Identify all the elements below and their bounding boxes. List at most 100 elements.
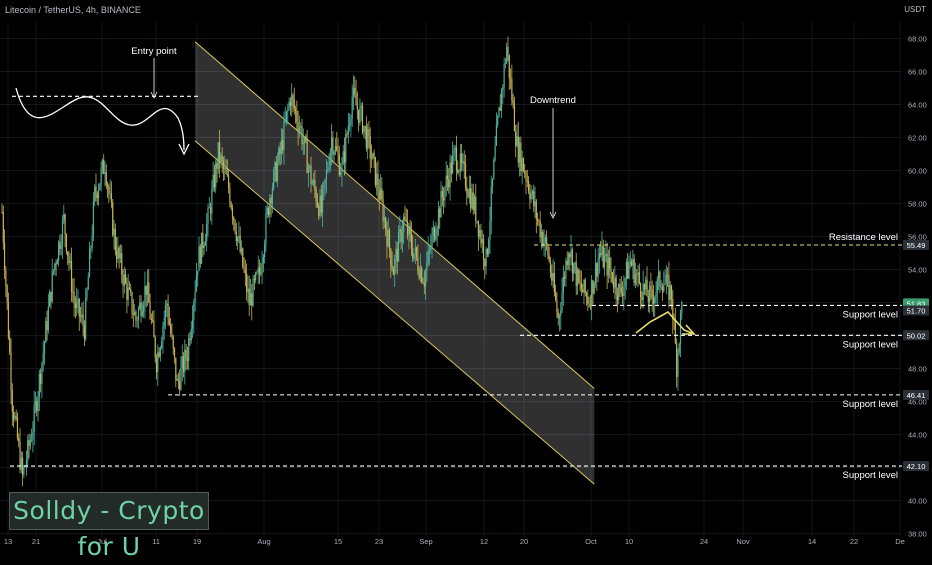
- candle-body: [529, 191, 531, 200]
- candle-body: [222, 161, 225, 169]
- candle-body: [37, 396, 39, 412]
- candle-body: [162, 326, 164, 342]
- candle-body: [303, 136, 306, 143]
- x-tick-label: 21: [32, 537, 40, 546]
- x-tick-label: Oct: [585, 537, 598, 546]
- price-chart[interactable]: Resistance level Support level Support lev…: [0, 0, 932, 550]
- candle-body: [203, 245, 205, 248]
- candle-body: [168, 319, 170, 325]
- candle-body: [365, 126, 367, 149]
- candle-body: [361, 105, 364, 133]
- candle-body: [493, 160, 495, 179]
- price-tag-label: 55.49: [907, 241, 926, 250]
- candle-body: [468, 188, 470, 198]
- candle-body: [677, 352, 679, 377]
- candle-body: [51, 271, 53, 302]
- candle-body: [455, 147, 458, 170]
- candle-body: [449, 162, 451, 188]
- y-tick-label: 68.00: [908, 35, 927, 44]
- candle-body: [266, 207, 268, 214]
- candle-body: [485, 248, 487, 267]
- candle-body: [251, 293, 253, 306]
- candle-body: [463, 161, 465, 165]
- candle-body: [273, 169, 275, 189]
- wave-sketch: [15, 87, 185, 151]
- candle-body: [56, 260, 58, 265]
- candle-body: [629, 261, 631, 265]
- candle-body: [118, 247, 120, 259]
- candle-body: [356, 105, 358, 110]
- candle-body: [181, 356, 183, 368]
- candle-body: [405, 219, 407, 222]
- candle-body: [329, 150, 331, 167]
- candle-body: [414, 247, 416, 254]
- candle-body: [374, 156, 376, 186]
- candle-body: [467, 193, 469, 198]
- candle-body: [598, 253, 600, 260]
- candle-body: [473, 196, 476, 210]
- candle-body: [25, 460, 28, 467]
- candle-body: [122, 274, 124, 286]
- candle-body: [50, 291, 52, 302]
- x-tick-label: 11: [152, 537, 160, 546]
- candle-body: [200, 232, 203, 264]
- candle-body: [332, 137, 334, 155]
- candle-body: [633, 258, 635, 284]
- candle-body: [658, 271, 660, 279]
- candle-body: [46, 321, 48, 331]
- candle-body: [525, 173, 527, 181]
- candle-body: [659, 271, 661, 287]
- candle-body: [61, 219, 64, 246]
- candle-body: [238, 235, 240, 238]
- candle-body: [351, 96, 353, 119]
- candle-body: [209, 207, 212, 214]
- candle-body: [158, 352, 160, 357]
- candle-body: [287, 108, 289, 112]
- candle-body: [593, 282, 595, 294]
- candle-body: [114, 228, 116, 251]
- candle-body: [602, 245, 604, 268]
- candle-body: [87, 277, 89, 290]
- candle-body: [575, 262, 577, 286]
- candle-body: [342, 151, 344, 165]
- candle-body: [652, 297, 655, 304]
- candle-body: [12, 411, 15, 420]
- candle-body: [557, 312, 559, 319]
- candle-body: [54, 263, 56, 270]
- candle-body: [509, 77, 512, 79]
- candle-body: [678, 343, 680, 353]
- candle-body: [444, 187, 446, 201]
- candle-body: [549, 260, 552, 273]
- watermark-badge: Solldy - Crypto for U: [9, 492, 209, 561]
- candle-body: [625, 261, 628, 279]
- candle-body: [370, 158, 373, 160]
- candle-body: [546, 237, 548, 246]
- candle-body: [466, 187, 468, 194]
- entry-point-label: Entry point: [131, 46, 177, 57]
- candle-body: [239, 235, 241, 253]
- candle-body: [616, 294, 619, 301]
- candle-body: [289, 101, 291, 106]
- candle-body: [530, 194, 532, 200]
- candle-body: [376, 173, 378, 186]
- candle-body: [41, 362, 43, 384]
- candle-body: [427, 250, 429, 264]
- candle-body: [350, 118, 352, 125]
- candle-body: [369, 136, 371, 159]
- y-tick-label: 58.00: [908, 200, 927, 209]
- candle-body: [507, 47, 509, 55]
- candle-body: [338, 154, 340, 175]
- candle-body: [33, 404, 35, 433]
- candle-body: [152, 319, 154, 321]
- candle-body: [512, 99, 514, 104]
- candle-body: [134, 311, 136, 315]
- candle-body: [413, 253, 415, 259]
- candle-body: [215, 162, 217, 188]
- candle-body: [386, 229, 388, 247]
- candle-body: [480, 229, 482, 244]
- level-label: Support level: [843, 309, 898, 320]
- candle-body: [234, 220, 236, 232]
- candle-body: [58, 241, 60, 261]
- candle-body: [65, 234, 67, 252]
- candle-body: [256, 272, 258, 274]
